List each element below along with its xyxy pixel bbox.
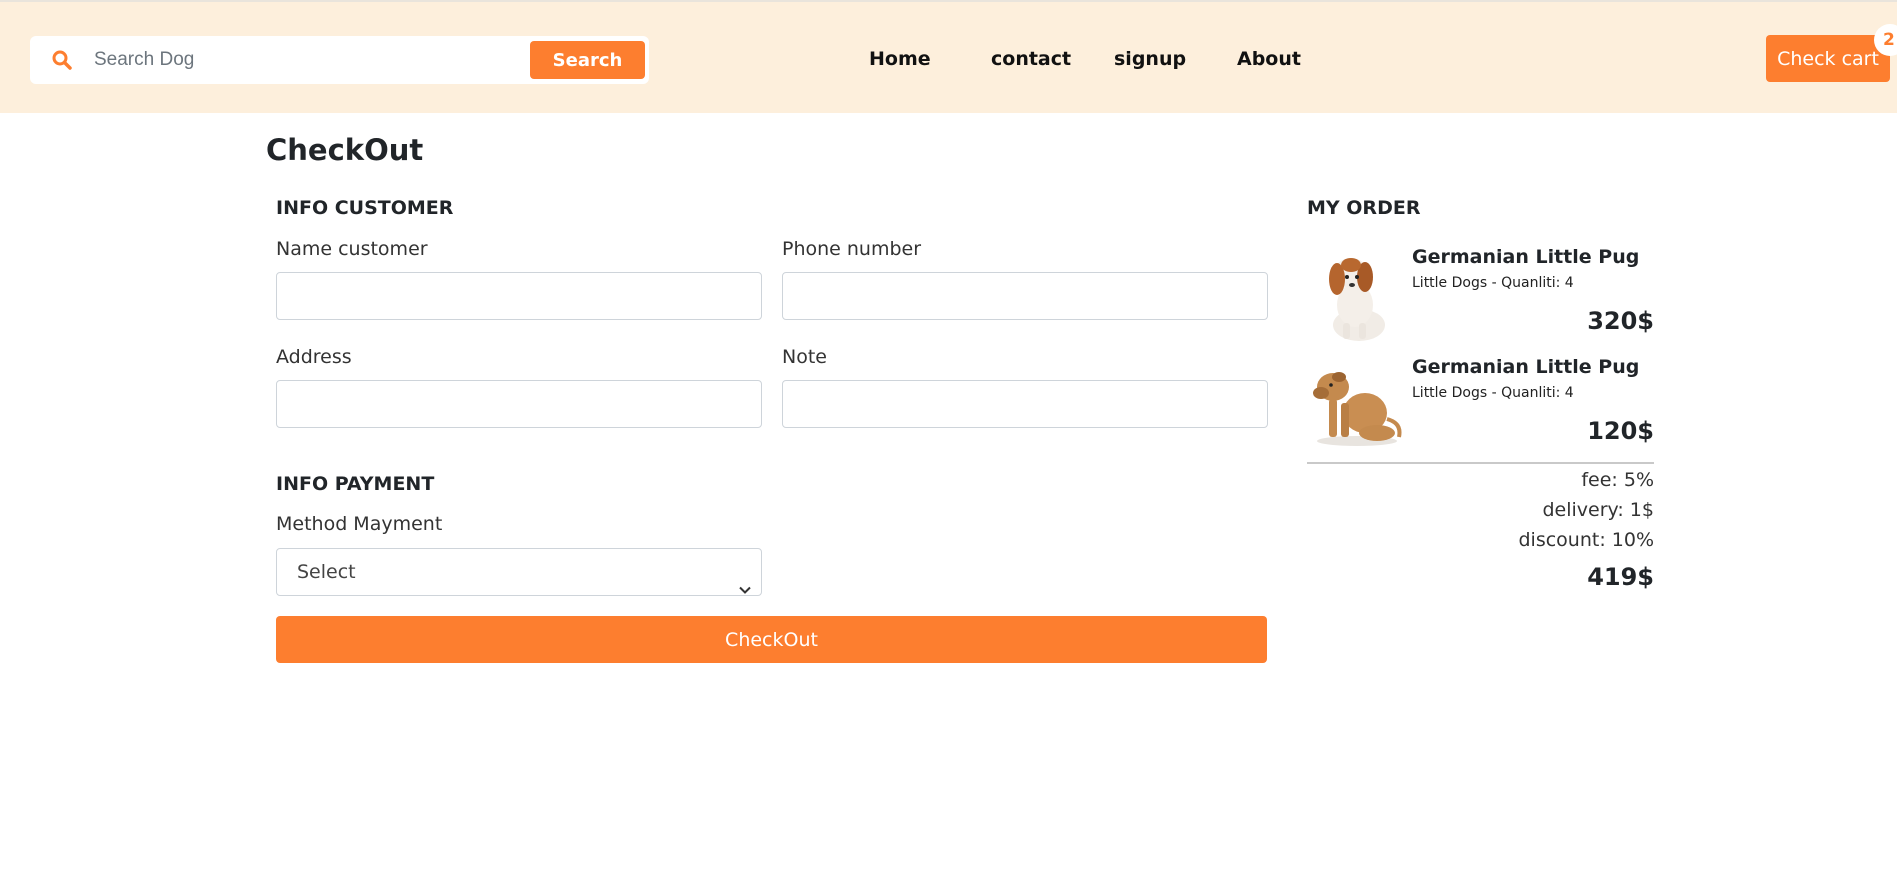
delivery-text: delivery: 1$ (1542, 499, 1654, 521)
nav-about-link[interactable]: About (1237, 48, 1301, 70)
order-item: Germanian Little Pug Little Dogs - Quanl… (1307, 243, 1654, 343)
order-item: Germanian Little Pug Little Dogs - Quanl… (1307, 353, 1654, 453)
check-cart-button[interactable]: Check cart (1766, 35, 1890, 82)
item-category-quantity: Little Dogs - Quanliti: 4 (1412, 385, 1574, 401)
top-navbar: Search Home contact signup About Check c… (0, 0, 1897, 113)
search-icon[interactable] (50, 48, 74, 72)
item-price: 120$ (1587, 417, 1654, 445)
fee-text: fee: 5% (1581, 469, 1654, 491)
item-name: Germanian Little Pug (1412, 246, 1640, 268)
name-customer-label: Name customer (276, 238, 428, 260)
info-customer-heading: INFO CUSTOMER (276, 197, 454, 219)
chevron-down-icon (739, 567, 751, 594)
item-name: Germanian Little Pug (1412, 356, 1640, 378)
payment-method-label: Method Mayment (276, 513, 443, 535)
item-price: 320$ (1587, 307, 1654, 335)
dog-image (1307, 243, 1407, 343)
discount-text: discount: 10% (1518, 529, 1654, 551)
checkout-button[interactable]: CheckOut (276, 616, 1267, 663)
address-label: Address (276, 346, 352, 368)
name-customer-input[interactable] (276, 272, 762, 320)
note-label: Note (782, 346, 827, 368)
note-input[interactable] (782, 380, 1268, 428)
item-category-quantity: Little Dogs - Quanliti: 4 (1412, 275, 1574, 291)
payment-method-select[interactable]: Select (276, 548, 762, 596)
order-total: 419$ (1587, 563, 1654, 591)
nav-home-link[interactable]: Home (869, 48, 931, 70)
search-input[interactable] (94, 40, 554, 80)
order-divider (1307, 462, 1654, 464)
page-title: CheckOut (266, 133, 424, 167)
phone-number-input[interactable] (782, 272, 1268, 320)
address-input[interactable] (276, 380, 762, 428)
search-box: Search (30, 36, 649, 84)
my-order-heading: MY ORDER (1307, 197, 1421, 219)
info-payment-heading: INFO PAYMENT (276, 473, 435, 495)
dog-image (1307, 353, 1407, 453)
nav-contact-link[interactable]: contact (991, 48, 1071, 70)
nav-signup-link[interactable]: signup (1114, 48, 1186, 70)
payment-method-value: Select (297, 561, 356, 583)
phone-number-label: Phone number (782, 238, 922, 260)
search-button[interactable]: Search (530, 41, 645, 79)
